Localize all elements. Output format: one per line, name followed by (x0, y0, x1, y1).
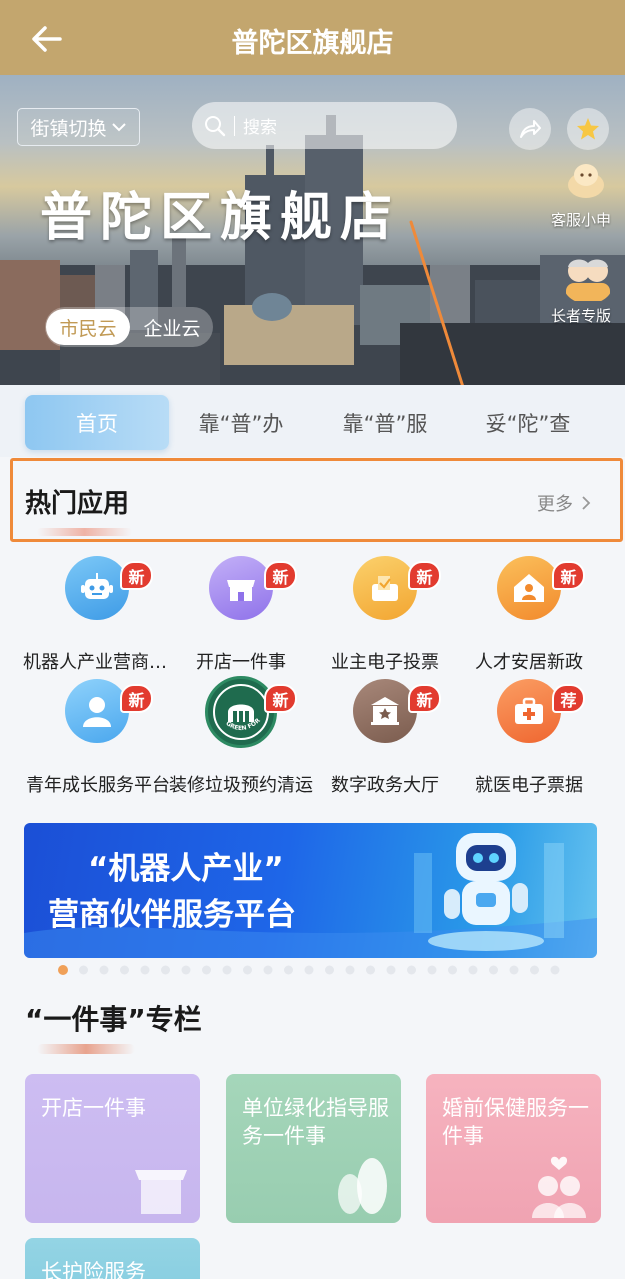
pagination-dot[interactable] (99, 965, 109, 975)
pagination-dot[interactable] (489, 965, 498, 975)
new-badge: 新 (120, 684, 153, 713)
app-label[interactable]: 青年成长服务平台 (23, 771, 173, 797)
robot-icon (81, 573, 113, 599)
tab-home[interactable]: 首页 (25, 395, 169, 450)
hot-apps-title-underline (37, 528, 132, 536)
app-label[interactable]: 数字政务大厅 (310, 771, 460, 797)
pagination-dot[interactable] (509, 965, 519, 975)
recommend-badge: 荐 (552, 684, 585, 713)
pagination-dot[interactable] (550, 965, 560, 975)
app-talent-housing[interactable] (497, 556, 561, 620)
banner-headline-line2: 营商伙伴服务平台 (48, 897, 296, 933)
card-premarital-health[interactable]: 婚前保健服务一件事 (426, 1074, 601, 1223)
app-robot-industry[interactable] (65, 556, 129, 620)
special-section-title: “一件事”专栏 (25, 1003, 202, 1036)
new-badge: 新 (264, 561, 297, 590)
pagination-dot[interactable] (243, 965, 252, 975)
pagination-dot[interactable] (407, 965, 416, 975)
pagination-dot[interactable] (427, 965, 437, 975)
pagination-dot[interactable] (79, 965, 88, 975)
new-badge: 新 (120, 561, 153, 590)
shop-icon (227, 580, 255, 601)
green-fortune-logo: GREEN FORTUNE (211, 682, 269, 740)
pagination-dot[interactable] (263, 965, 273, 975)
app-label[interactable]: 人才安居新政 (454, 648, 604, 674)
pagination-dot[interactable] (530, 965, 539, 975)
government-hall-icon (371, 697, 399, 725)
pagination-dot[interactable] (448, 965, 457, 975)
hot-apps-title: 热门应用 (25, 489, 130, 519)
tree-illustration-icon (338, 1158, 387, 1214)
app-label[interactable]: 业主电子投票 (310, 648, 460, 674)
tab-pu-fu[interactable]: 靠“普”服 (325, 395, 445, 450)
tab-tuo-cha[interactable]: 妥“陀”查 (468, 395, 588, 450)
card-label: 长护险服务 (41, 1260, 146, 1279)
person-icon (83, 697, 111, 727)
card-greening-guidance[interactable]: 单位绿化指导服务一件事 (226, 1074, 401, 1223)
pagination-dot[interactable] (284, 965, 293, 975)
pagination-dot[interactable] (181, 965, 191, 975)
banner-headline-line1: “机器人产业” (88, 851, 284, 887)
couple-illustration-icon (532, 1156, 586, 1218)
medical-kit-icon (515, 697, 543, 724)
ballot-icon (372, 576, 398, 601)
more-label: 更多 (537, 494, 573, 515)
new-badge: 新 (408, 561, 441, 590)
app-label[interactable]: 开店一件事 (166, 648, 316, 674)
card-label: 单位绿化指导服务一件事 (242, 1096, 389, 1148)
new-badge: 新 (408, 684, 441, 713)
pagination-dot[interactable] (386, 965, 396, 975)
card-open-shop[interactable]: 开店一件事 (25, 1074, 200, 1223)
pagination-dot[interactable] (468, 965, 478, 975)
app-label[interactable]: 就医电子票据 (454, 771, 604, 797)
card-label: 开店一件事 (41, 1096, 146, 1120)
house-person-icon (514, 574, 544, 602)
pagination-dot[interactable] (345, 965, 355, 975)
pagination-dot[interactable] (222, 965, 232, 975)
app-label[interactable]: 装修垃圾预约清运 (166, 771, 316, 797)
pagination-dot[interactable] (140, 965, 150, 975)
card-label: 婚前保健服务一件事 (442, 1096, 589, 1148)
pagination-dot[interactable] (120, 965, 129, 975)
app-digital-gov-hall[interactable] (353, 679, 417, 743)
new-badge: 新 (264, 684, 297, 713)
special-section-underline (37, 1044, 135, 1054)
tab-pu-ban[interactable]: 靠“普”办 (181, 395, 301, 450)
pagination-dot[interactable] (161, 965, 170, 975)
shop-illustration-icon (135, 1170, 187, 1214)
chevron-right-icon (582, 496, 591, 510)
banner-pagination-dots (58, 965, 560, 975)
app-open-shop[interactable] (209, 556, 273, 620)
pagination-dot[interactable] (304, 965, 314, 975)
app-medical-e-invoice[interactable] (497, 679, 561, 743)
pagination-dot[interactable] (366, 965, 375, 975)
card-long-term-care[interactable]: 长护险服务 (25, 1238, 200, 1279)
new-badge: 新 (552, 561, 585, 590)
app-label[interactable]: 机器人产业营商伙伴服务平台 (23, 648, 173, 674)
hot-apps-more-link[interactable]: 更多 (537, 490, 591, 516)
pagination-dot[interactable] (202, 965, 211, 975)
app-owner-voting[interactable] (353, 556, 417, 620)
promo-banner[interactable]: “机器人产业” 营商伙伴服务平台 (24, 823, 597, 958)
pagination-dot[interactable] (325, 965, 334, 975)
main-tabs: 首页 靠“普”办 靠“普”服 妥“陀”查 (0, 385, 625, 457)
app-youth-growth[interactable] (65, 679, 129, 743)
